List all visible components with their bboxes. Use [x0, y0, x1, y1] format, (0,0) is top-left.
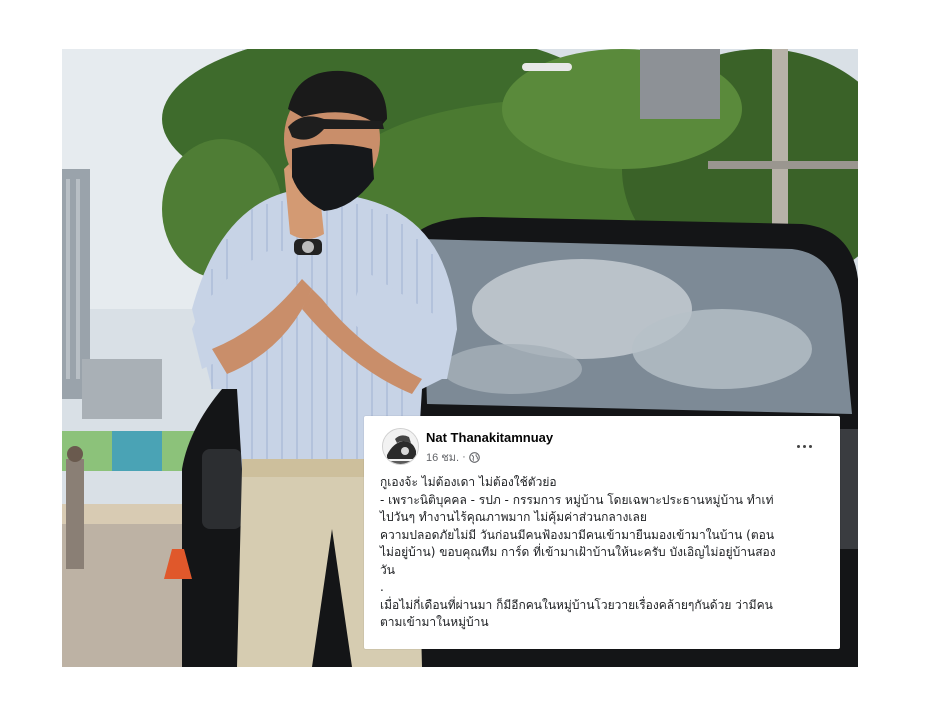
post-body-line: . — [380, 580, 384, 594]
facebook-post-card: Nat Thanakitamnuay 16 ชม. · กูเองจ้ะ ไม่… — [364, 416, 840, 649]
post-meta: 16 ชม. · — [426, 448, 480, 466]
globe-icon — [468, 451, 480, 463]
author-name[interactable]: Nat Thanakitamnuay — [426, 430, 553, 445]
author-avatar[interactable] — [382, 428, 419, 465]
post-body-line: ไม่อยู่บ้าน) ขอบคุณทีม การ์ด ที่เข้ามาเฝ… — [380, 545, 776, 559]
meta-separator: · — [462, 451, 466, 463]
more-options-icon-dot — [796, 444, 800, 448]
more-options-icon-dot — [802, 444, 806, 448]
post-body-line: กูเองจ้ะ ไม่ต้องเดา ไม่ต้องใช้ตัวย่อ — [380, 475, 557, 489]
post-body-line: ไปวันๆ ทำงานไร้คุณภาพมาก ไม่คุ้มค่าส่วนก… — [380, 510, 647, 524]
post-header: Nat Thanakitamnuay 16 ชม. · — [382, 428, 826, 468]
post-body-line: วัน — [380, 562, 395, 577]
screenshot-canvas: Nat Thanakitamnuay 16 ชม. · กูเองจ้ะ ไม่… — [0, 0, 932, 720]
post-body-line: - เพราะนิติบุคคล - รปภ - กรรมการ หมู่บ้า… — [380, 492, 774, 507]
post-body-line: ความปลอดภัยไม่มี วันก่อนมีคนฟ้องมามีคนเข… — [380, 527, 775, 542]
more-options-icon-dot — [808, 444, 812, 448]
post-body-line: เมื่อไม่กี่เดือนที่ผ่านมา ก็มีอีกคนในหมู… — [380, 597, 773, 612]
more-options-button[interactable] — [790, 436, 818, 456]
post-time[interactable]: 16 ชม. — [426, 448, 459, 466]
post-body: กูเองจ้ะ ไม่ต้องเดา ไม่ต้องใช้ตัวย่อ - เ… — [380, 474, 830, 632]
post-body-line: ตามเข้ามาในหมู่บ้าน — [380, 615, 489, 629]
